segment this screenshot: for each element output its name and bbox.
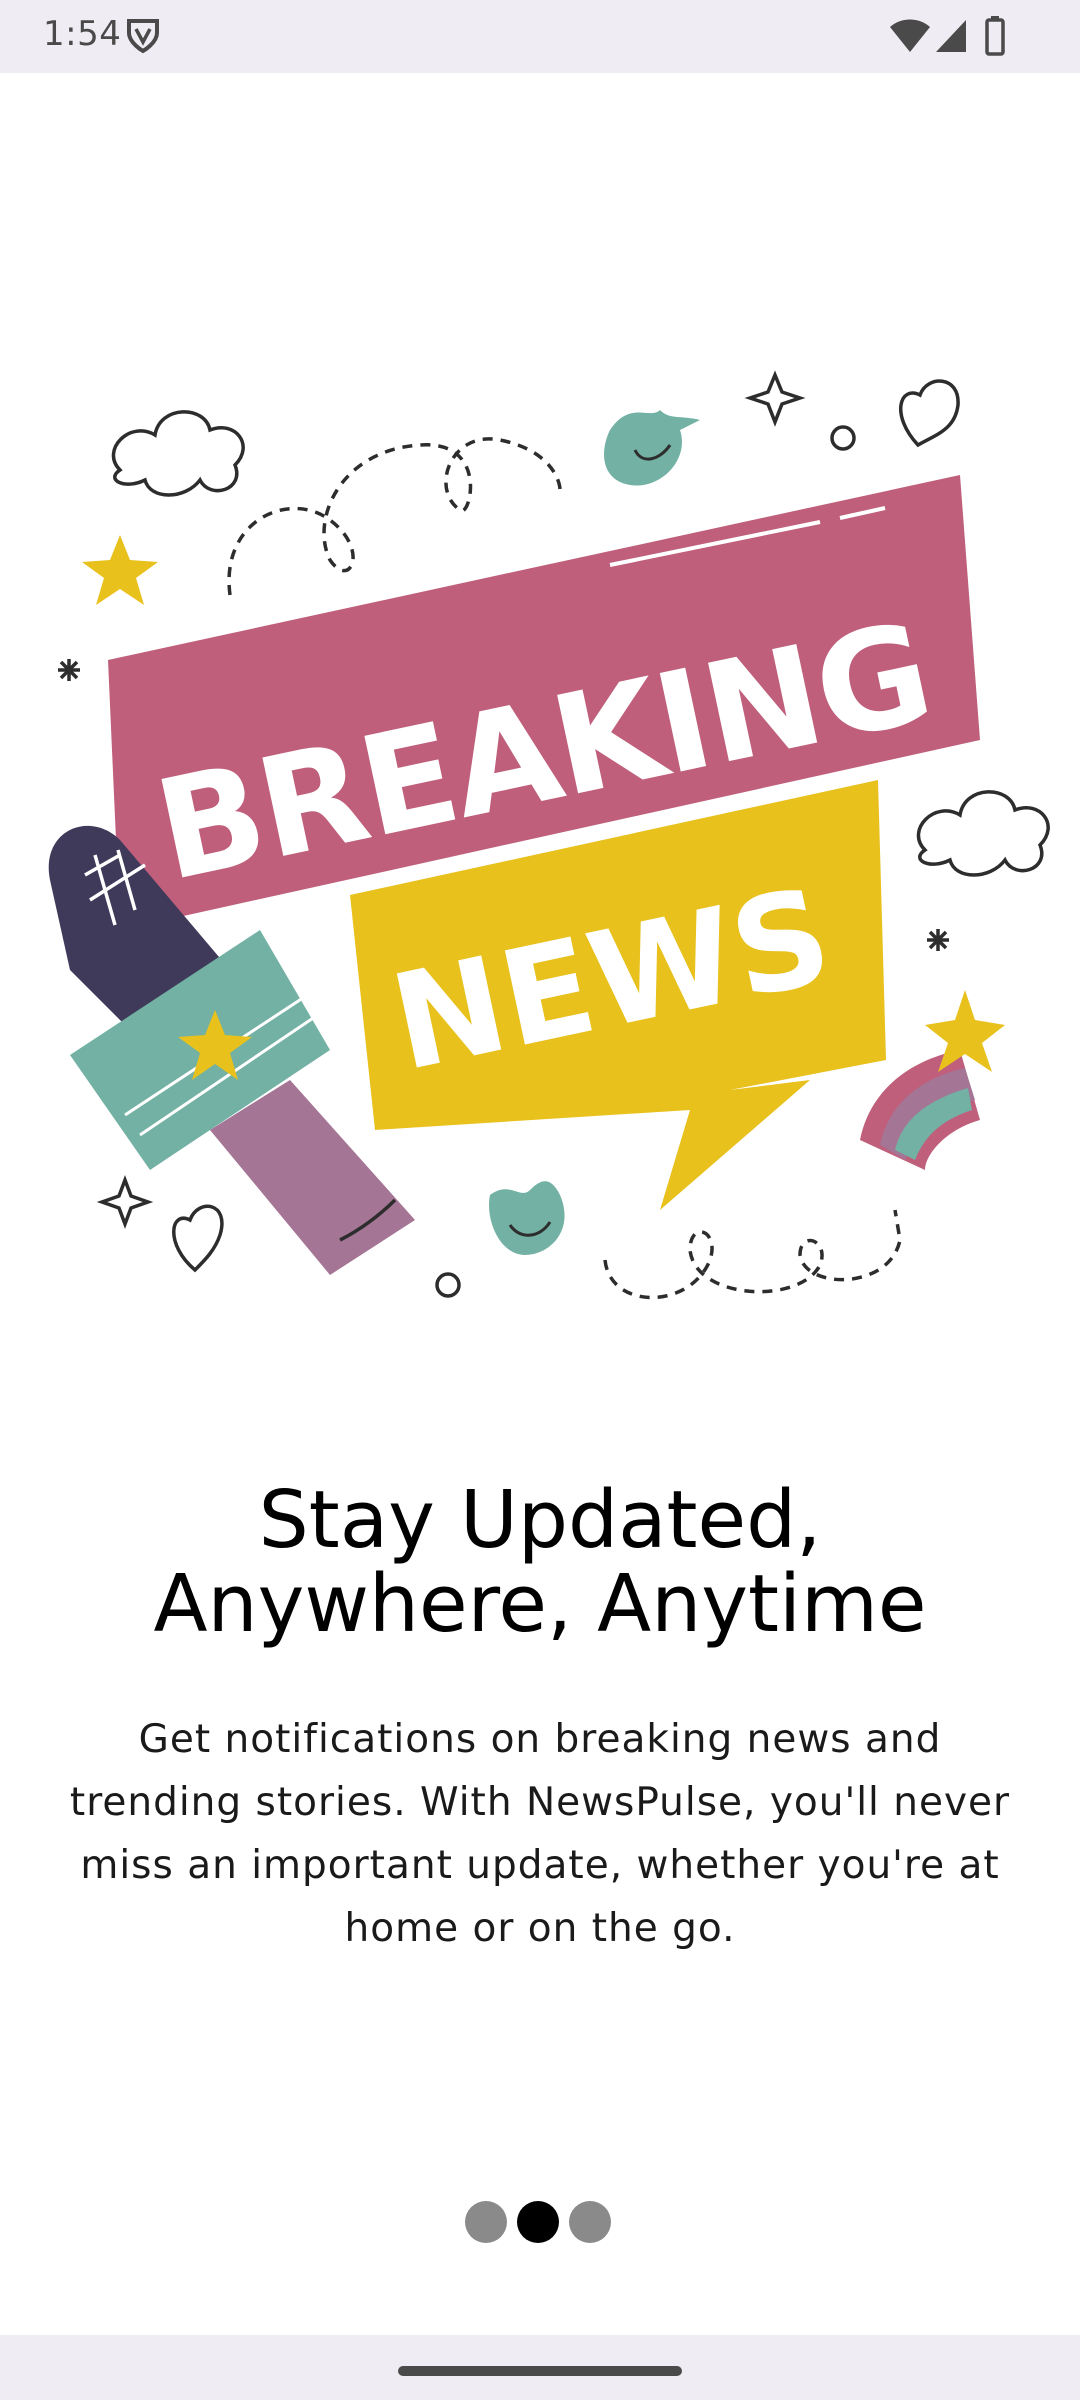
circle-doodle	[830, 425, 856, 451]
title-line-2: Anywhere, Anytime	[153, 1558, 927, 1650]
description-line-2: trending stories. With NewsPulse, you'll…	[69, 1780, 1011, 1825]
bird-doodle-bottom	[489, 1181, 565, 1255]
description-line-3: miss an important update, whether you're…	[80, 1843, 1000, 1888]
heart-doodle	[899, 379, 960, 448]
title-line-1: Stay Updated,	[258, 1474, 822, 1566]
cell-signal-icon	[936, 20, 966, 52]
sparkle-doodle	[744, 370, 806, 427]
home-gesture-handle[interactable]	[398, 2366, 682, 2376]
wifi-icon	[890, 19, 930, 52]
vpn-shield-icon	[127, 19, 159, 54]
cloud-doodle	[111, 410, 245, 497]
asterisk-doodle	[58, 659, 80, 681]
breaking-news-illustration: BREAKING NEWS	[48, 370, 1050, 1300]
description-line-4: home or on the go.	[344, 1906, 736, 1951]
bird-doodle	[604, 410, 700, 486]
status-time: 1:54	[43, 14, 122, 54]
dashed-loop-doodle-bottom	[603, 1209, 902, 1300]
cloud-doodle-right	[916, 790, 1050, 877]
onboarding-description: Get notifications on breaking news and t…	[45, 1708, 1035, 1960]
description-line-1: Get notifications on breaking news and	[138, 1717, 942, 1762]
asterisk-doodle-right	[927, 929, 949, 951]
page-dot-2-active[interactable]	[517, 2201, 559, 2243]
page-indicator	[465, 2200, 615, 2244]
circle-doodle-bottom	[435, 1272, 461, 1298]
star-doodle	[82, 535, 158, 605]
sparkle-doodle-bottom	[96, 1175, 154, 1229]
page-dot-3[interactable]	[569, 2201, 611, 2243]
dashed-loop-doodle	[227, 437, 562, 596]
heart-doodle-bottom	[172, 1204, 224, 1273]
onboarding-title: Stay Updated, Anywhere, Anytime	[40, 1478, 1040, 1646]
page-dot-1[interactable]	[465, 2201, 507, 2243]
status-bar: 1:54	[0, 0, 1080, 73]
battery-icon	[985, 16, 1005, 56]
